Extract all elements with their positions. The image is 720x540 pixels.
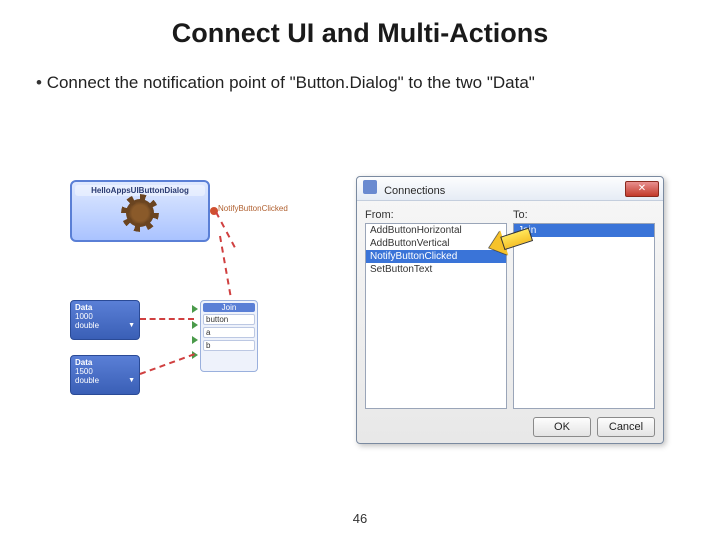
join-slot-b: b [203,340,255,351]
node-graph-canvas: HelloAppsUIButtonDialog NotifyButtonClic… [70,180,350,430]
gear-icon [126,199,154,227]
to-label: To: [513,209,655,221]
data-node-2-type: double [75,376,99,385]
join-input-port[interactable] [192,305,198,313]
data-node-1-value: 1000 [75,312,135,321]
join-node-title: Join [203,303,255,312]
button-dialog-node[interactable]: HelloAppsUIButtonDialog [70,180,210,242]
data-node-2[interactable]: Data 1500 double ▼ [70,355,140,395]
cancel-button[interactable]: Cancel [597,417,655,437]
from-label: From: [365,209,507,221]
close-button[interactable]: ✕ [625,181,659,197]
connection-wire [140,318,194,320]
connection-wire [140,353,195,375]
chevron-down-icon[interactable]: ▼ [128,377,135,384]
dialog-titlebar[interactable]: Connections ✕ [357,177,663,201]
data-node-label: Data [75,358,135,367]
chevron-down-icon[interactable]: ▼ [128,322,135,329]
data-node-1[interactable]: Data 1000 double ▼ [70,300,140,340]
ok-button[interactable]: OK [533,417,591,437]
data-node-2-value: 1500 [75,367,135,376]
bullet-text: Connect the notification point of "Butto… [0,49,720,93]
page-number: 46 [0,511,720,526]
connection-wire [215,212,236,248]
connections-dialog: Connections ✕ From: AddButtonHorizontalA… [356,176,664,444]
join-slot-a: a [203,327,255,338]
join-input-port[interactable] [192,321,198,329]
page-title: Connect UI and Multi-Actions [0,0,720,49]
notify-output-label: NotifyButtonClicked [218,204,288,213]
list-item[interactable]: SetButtonText [366,263,506,276]
list-item[interactable]: AddButtonVertical [366,237,506,250]
list-item[interactable]: Join [514,224,654,237]
join-slot-button: button [203,314,255,325]
join-input-port[interactable] [192,336,198,344]
data-node-label: Data [75,303,135,312]
connections-icon [363,180,377,194]
from-listbox[interactable]: AddButtonHorizontalAddButtonVerticalNoti… [365,223,507,409]
to-listbox[interactable]: Join [513,223,655,409]
dialog-title: Connections [384,185,445,197]
list-item[interactable]: NotifyButtonClicked [366,250,506,263]
connection-wire [219,236,231,295]
join-node[interactable]: Join button a b [200,300,258,372]
data-node-1-type: double [75,321,99,330]
